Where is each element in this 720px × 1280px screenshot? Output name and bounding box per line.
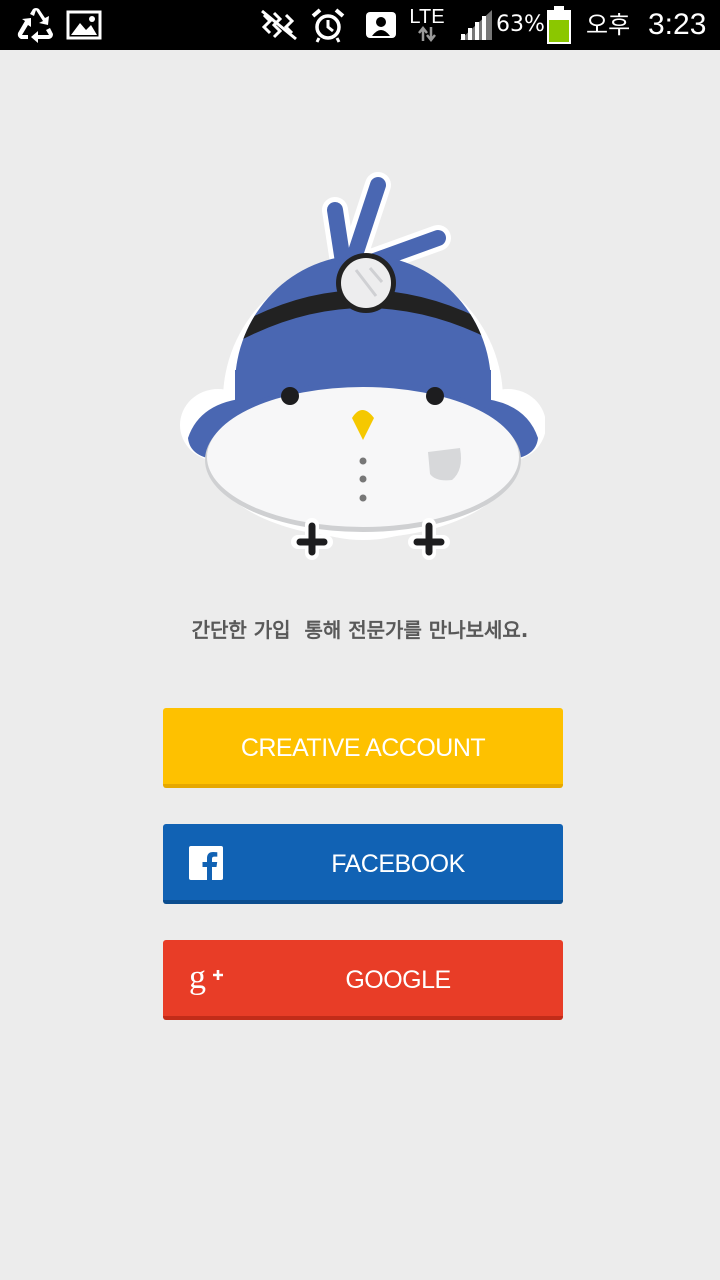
clock-time: 3:23	[648, 8, 707, 41]
signal-icon	[456, 0, 496, 50]
google-label: GOOGLE	[345, 966, 451, 994]
google-plus-icon: g	[189, 959, 223, 996]
google-login-button[interactable]: g GOOGLE	[163, 940, 563, 1020]
alarm-icon	[308, 0, 348, 50]
facebook-icon	[189, 846, 223, 880]
creative-account-label: CREATIVE ACCOUNT	[240, 734, 486, 762]
facebook-label: FACEBOOK	[331, 850, 465, 878]
battery-percentage: 63%	[496, 12, 545, 37]
battery-icon	[545, 0, 573, 50]
contact-icon	[362, 0, 400, 50]
mute-icon	[258, 0, 300, 50]
status-bar: LTE 63% 오후 3:23	[0, 0, 720, 50]
facebook-login-button[interactable]: FACEBOOK	[163, 824, 563, 904]
recycle-icon	[14, 0, 58, 50]
svg-text:g: g	[189, 962, 206, 996]
creative-account-button[interactable]: CREATIVE ACCOUNT	[163, 708, 563, 788]
signup-tagline: 간단한 가입 통해 전문가를 만나보세요.	[191, 618, 529, 642]
doctor-bird-mascot	[180, 170, 546, 560]
data-transfer-icon	[414, 22, 440, 46]
image-icon	[64, 0, 104, 50]
clock-ampm: 오후	[586, 11, 631, 39]
